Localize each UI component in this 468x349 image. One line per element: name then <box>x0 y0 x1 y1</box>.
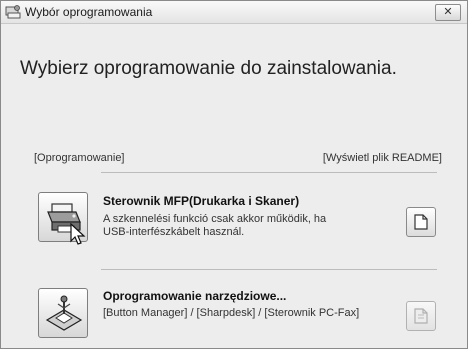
mouse-pointer-icon <box>70 222 86 252</box>
window-title: Wybór oprogramowania <box>25 5 153 19</box>
utility-software-description: [Button Manager] / [Sharpdesk] / [Sterow… <box>103 307 360 319</box>
mfp-driver-description-line2: USB-interfészkábelt használ. <box>103 226 245 238</box>
mfp-driver-description-line1: A szkennelési funkció csak akkor működik… <box>103 213 327 225</box>
view-readme-link[interactable]: [Wyświetl plik README] <box>323 152 442 164</box>
app-icon <box>5 4 21 20</box>
item-divider <box>101 269 437 270</box>
utility-software-readme-button[interactable] <box>406 301 436 331</box>
close-button[interactable]: ✕ <box>435 4 461 21</box>
dialog-window: Wybór oprogramowania ✕ Wybierz oprogramo… <box>0 0 468 349</box>
mfp-driver-title: Sterownik MFP(Drukarka i Skaner) <box>103 194 300 208</box>
page-title: Wybierz oprogramowanie do zainstalowania… <box>20 58 397 79</box>
utility-software-install-button[interactable] <box>38 288 88 338</box>
title-bar[interactable]: Wybór oprogramowania ✕ <box>1 1 467 24</box>
utility-software-title: Oprogramowanie narzędziowe... <box>103 289 287 303</box>
software-section-label: [Oprogramowanie] <box>34 152 125 164</box>
section-divider <box>101 172 437 173</box>
mfp-driver-readme-button[interactable] <box>406 207 436 237</box>
